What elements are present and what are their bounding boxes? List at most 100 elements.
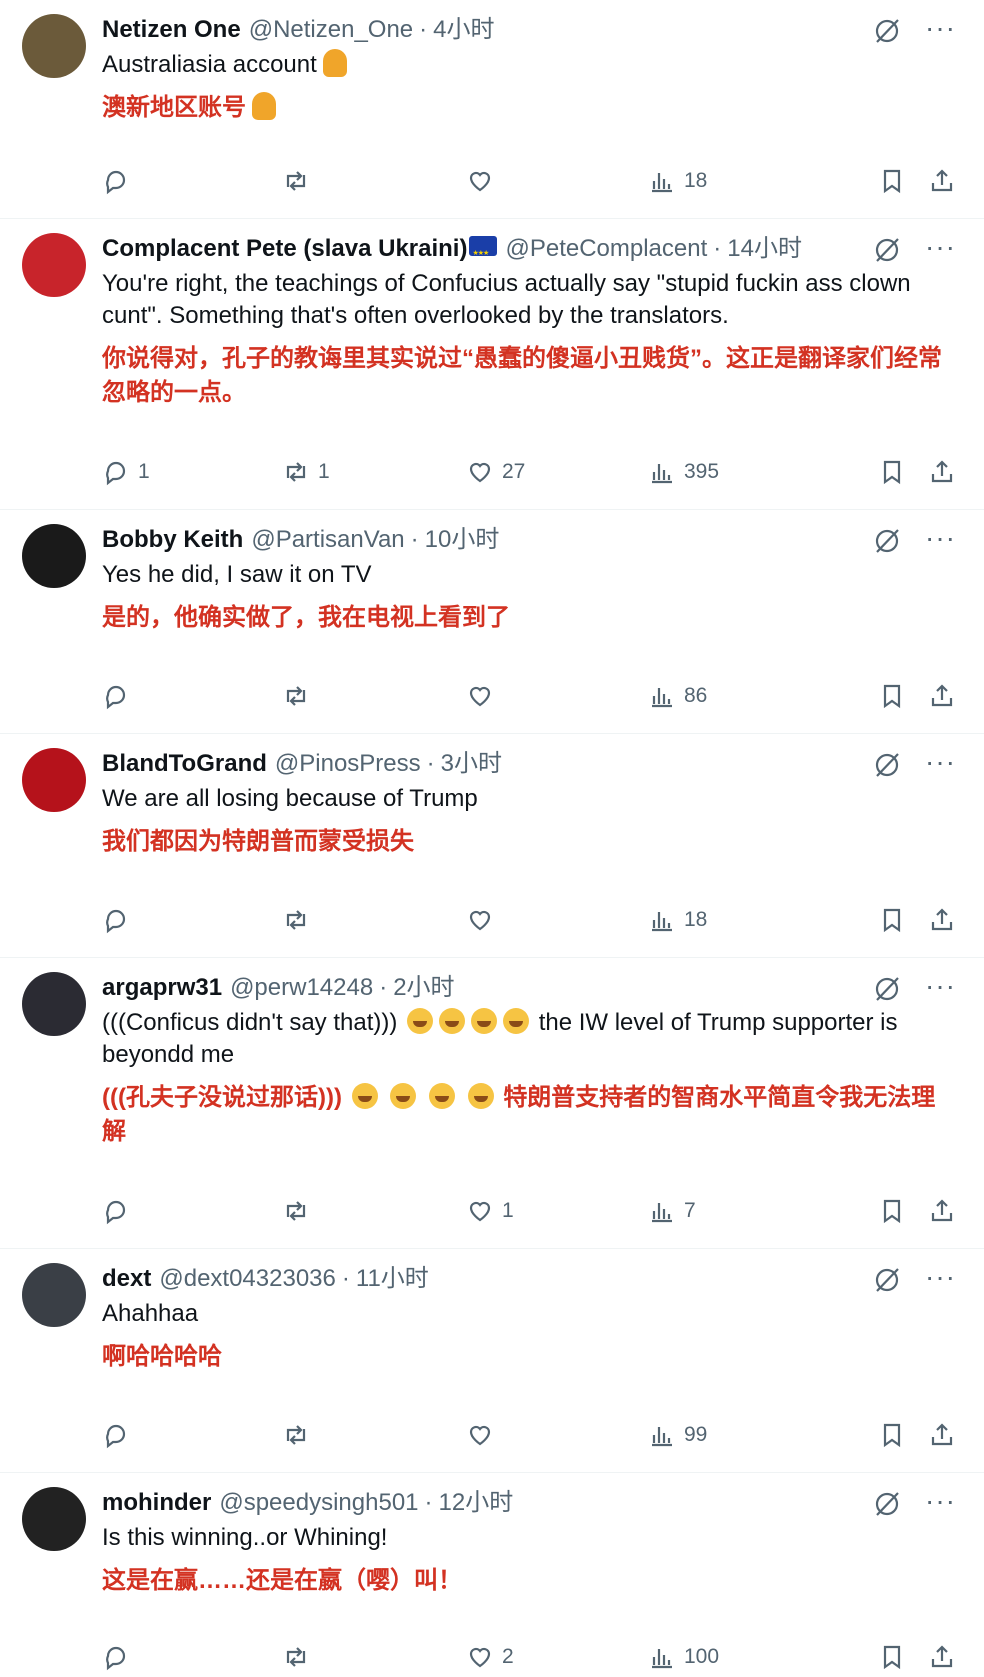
like-button[interactable]: 27	[466, 452, 525, 492]
tweet[interactable]: Complacent Pete (slava Ukraini) @PeteCom…	[0, 219, 984, 510]
views-button[interactable]: 99	[648, 1415, 707, 1455]
grok-icon[interactable]	[872, 750, 902, 780]
views-button[interactable]: 7	[648, 1191, 696, 1231]
display-name[interactable]: Complacent Pete (slava Ukraini)	[102, 233, 467, 265]
reply-count: 1	[138, 460, 150, 483]
bookmark-button[interactable]	[878, 1191, 906, 1231]
avatar[interactable]	[22, 748, 86, 812]
user-handle[interactable]: @PartisanVan	[251, 524, 404, 556]
retweet-button[interactable]: 1	[282, 452, 330, 492]
share-button[interactable]	[928, 161, 956, 201]
views-button[interactable]: 100	[648, 1637, 719, 1677]
like-button[interactable]	[466, 161, 502, 201]
more-options-button[interactable]: ···	[925, 748, 956, 776]
reply-button[interactable]	[102, 1637, 138, 1677]
reply-button[interactable]	[102, 1191, 138, 1231]
action-bar: 99	[102, 1415, 956, 1455]
tweet[interactable]: Netizen One @Netizen_One · 4小时 ··· Austr…	[0, 0, 984, 219]
timestamp[interactable]: 10小时	[425, 524, 500, 556]
share-button[interactable]	[928, 1191, 956, 1231]
share-button[interactable]	[928, 900, 956, 940]
views-button[interactable]: 18	[648, 161, 707, 201]
display-name[interactable]: BlandToGrand	[102, 748, 267, 780]
display-name[interactable]: Netizen One	[102, 14, 241, 46]
bookmark-button[interactable]	[878, 676, 906, 716]
avatar[interactable]	[22, 233, 86, 297]
like-button[interactable]	[466, 900, 502, 940]
reply-button[interactable]	[102, 900, 138, 940]
grok-icon[interactable]	[872, 526, 902, 556]
grok-icon[interactable]	[872, 1265, 902, 1295]
tweet[interactable]: dext @dext04323036 · 11小时 ··· Ahahhaa 啊哈…	[0, 1249, 984, 1473]
bookmark-button[interactable]	[878, 1637, 906, 1677]
more-options-button[interactable]: ···	[925, 524, 956, 552]
grok-icon[interactable]	[872, 1489, 902, 1519]
more-options-button[interactable]: ···	[925, 233, 956, 261]
avatar[interactable]	[22, 1487, 86, 1551]
reply-button[interactable]	[102, 676, 138, 716]
share-button[interactable]	[928, 452, 956, 492]
views-icon	[652, 1649, 672, 1669]
views-button[interactable]: 18	[648, 900, 707, 940]
avatar[interactable]	[22, 1263, 86, 1327]
retweet-button[interactable]	[282, 900, 318, 940]
share-button[interactable]	[928, 1637, 956, 1677]
retweet-button[interactable]	[282, 1191, 318, 1231]
grok-icon[interactable]	[872, 974, 902, 1004]
avatar[interactable]	[22, 972, 86, 1036]
retweet-button[interactable]	[282, 676, 318, 716]
views-button[interactable]: 395	[648, 452, 719, 492]
user-handle[interactable]: @Netizen_One	[249, 14, 413, 46]
user-handle[interactable]: @PinosPress	[275, 748, 421, 780]
tweet[interactable]: Bobby Keith @PartisanVan · 10小时 ··· Yes …	[0, 510, 984, 734]
user-handle[interactable]: @speedysingh501	[219, 1487, 418, 1519]
action-bar: 86	[102, 676, 956, 716]
bookmark-button[interactable]	[878, 900, 906, 940]
like-button[interactable]: 2	[466, 1637, 514, 1677]
more-options-button[interactable]: ···	[925, 1263, 956, 1291]
bookmark-button[interactable]	[878, 452, 906, 492]
retweet-button[interactable]	[282, 161, 318, 201]
retweet-button[interactable]	[282, 1415, 318, 1455]
display-name[interactable]: dext	[102, 1263, 151, 1295]
timestamp[interactable]: 3小时	[441, 748, 502, 780]
timestamp[interactable]: 2小时	[393, 972, 454, 1004]
timestamp[interactable]: 14小时	[727, 233, 802, 265]
retweet-button[interactable]	[282, 1637, 318, 1677]
bookmark-button[interactable]	[878, 1415, 906, 1455]
grok-icon[interactable]	[872, 235, 902, 265]
tweet[interactable]: BlandToGrand @PinosPress · 3小时 ··· We ar…	[0, 734, 984, 958]
share-button[interactable]	[928, 676, 956, 716]
tweet-content: dext @dext04323036 · 11小时 ··· Ahahhaa 啊哈…	[102, 1263, 956, 1374]
user-handle[interactable]: @dext04323036	[159, 1263, 336, 1295]
tweet[interactable]: mohinder @speedysingh501 · 12小时 ··· Is t…	[0, 1473, 984, 1671]
user-handle[interactable]: @PeteComplacent	[505, 233, 707, 265]
grok-icon[interactable]	[872, 16, 902, 46]
timestamp[interactable]: 4小时	[433, 14, 494, 46]
share-button[interactable]	[928, 1415, 956, 1455]
bookmark-button[interactable]	[878, 161, 906, 201]
tweet-translation: 你说得对，孔子的教诲里其实说过“愚蠢的傻逼小丑贱货”。这正是翻译家们经常忽略的一…	[102, 345, 942, 406]
timestamp[interactable]: 11小时	[356, 1263, 429, 1295]
avatar[interactable]	[22, 524, 86, 588]
user-handle[interactable]: @perw14248	[230, 972, 373, 1004]
like-button[interactable]	[466, 676, 502, 716]
views-button[interactable]: 86	[648, 676, 707, 716]
like-button[interactable]	[466, 1415, 502, 1455]
display-name[interactable]: Bobby Keith	[102, 524, 243, 556]
more-options-button[interactable]: ···	[925, 1487, 956, 1515]
avatar[interactable]	[22, 14, 86, 78]
action-bar: 2 100	[102, 1637, 956, 1677]
bookmark-icon	[883, 684, 901, 709]
timestamp[interactable]: 12小时	[439, 1487, 514, 1519]
more-options-button[interactable]: ···	[925, 972, 956, 1000]
facepalm-emoji-icon	[252, 92, 276, 120]
reply-button[interactable]: 1	[102, 452, 150, 492]
tweet[interactable]: argaprw31 @perw14248 · 2小时 ··· (((Confic…	[0, 958, 984, 1249]
reply-button[interactable]	[102, 1415, 138, 1455]
display-name[interactable]: argaprw31	[102, 972, 222, 1004]
reply-button[interactable]	[102, 161, 138, 201]
display-name[interactable]: mohinder	[102, 1487, 211, 1519]
more-options-button[interactable]: ···	[925, 14, 956, 42]
like-button[interactable]: 1	[466, 1191, 514, 1231]
